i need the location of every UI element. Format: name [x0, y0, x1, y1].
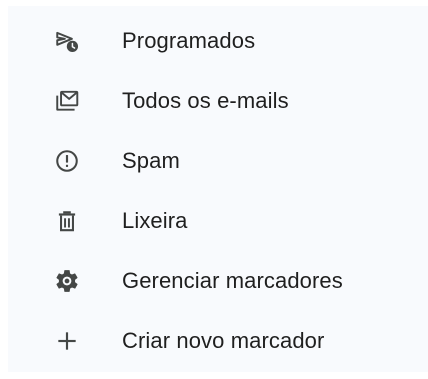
- sidebar-item-scheduled[interactable]: Programados: [8, 11, 428, 71]
- sidebar-item-manage-labels[interactable]: Gerenciar marcadores: [8, 251, 428, 311]
- sidebar-item-label: Lixeira: [122, 208, 188, 233]
- plus-icon: [54, 328, 80, 354]
- sidebar-panel: Programados Todos os e-mails Spam Lixeir…: [8, 6, 428, 372]
- sidebar-item-label: Spam: [122, 148, 180, 173]
- scheduled-send-icon: [54, 28, 80, 54]
- sidebar-item-label: Todos os e-mails: [122, 88, 289, 113]
- all-mail-icon: [54, 88, 80, 114]
- sidebar-item-spam[interactable]: Spam: [8, 131, 428, 191]
- sidebar-item-label: Gerenciar marcadores: [122, 268, 343, 293]
- sidebar-item-all-mail[interactable]: Todos os e-mails: [8, 71, 428, 131]
- sidebar-item-label: Programados: [122, 28, 256, 53]
- spam-icon: [54, 148, 80, 174]
- sidebar-menu: Programados Todos os e-mails Spam Lixeir…: [8, 11, 428, 371]
- sidebar-item-label: Criar novo marcador: [122, 328, 325, 353]
- sidebar-item-trash[interactable]: Lixeira: [8, 191, 428, 251]
- settings-gear-icon: [54, 268, 80, 294]
- trash-icon: [54, 208, 80, 234]
- sidebar-item-create-label[interactable]: Criar novo marcador: [8, 311, 428, 371]
